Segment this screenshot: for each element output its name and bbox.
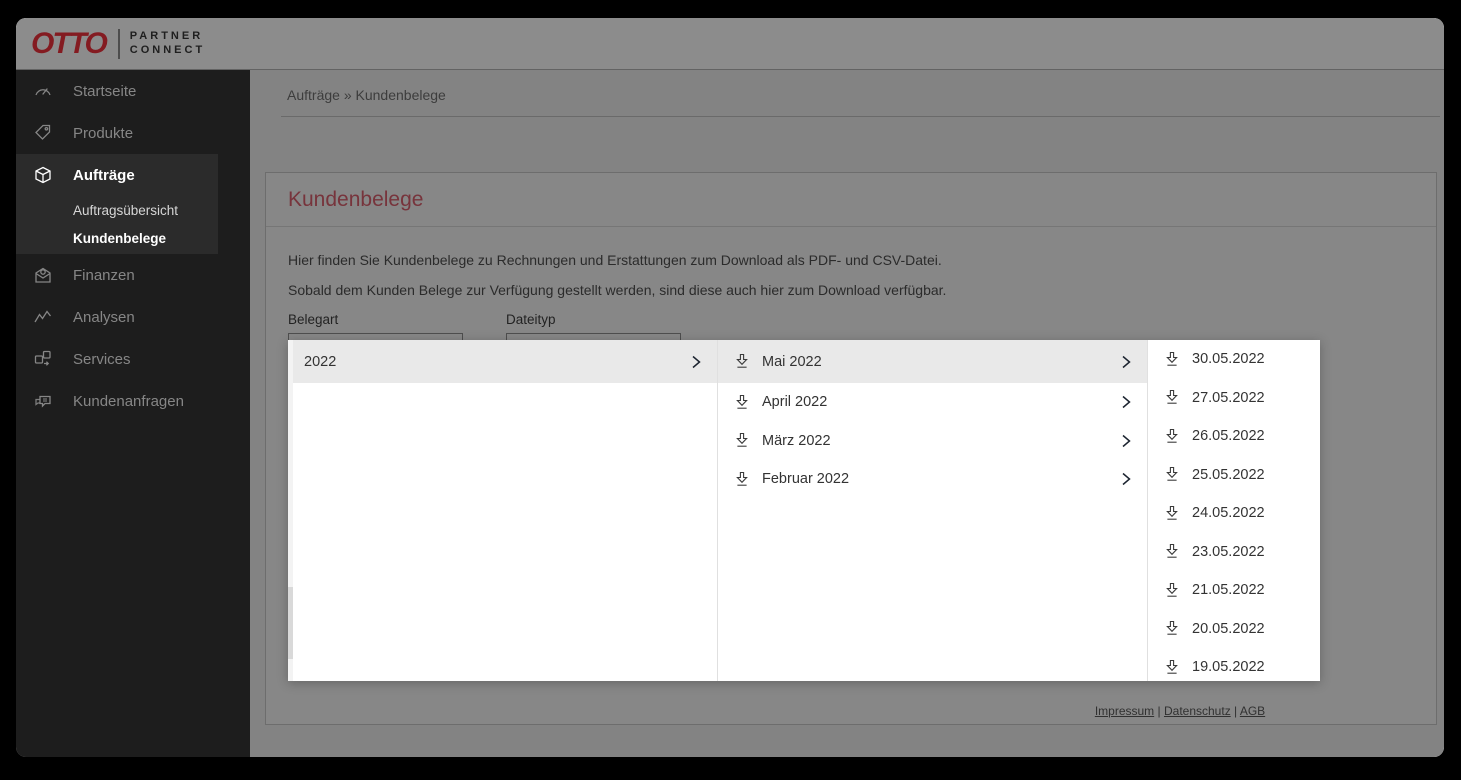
day-row[interactable]: 23.05.2022 [1148,533,1320,572]
year-row-2022[interactable]: 2022 [288,340,717,383]
day-row[interactable]: 19.05.2022 [1148,648,1320,681]
download-icon[interactable] [1164,505,1180,522]
chevron-right-icon [1119,395,1133,409]
tag-icon [33,123,53,143]
sidebar-subitem-label: Kundenbelege [73,231,166,246]
year-column-scrollbar[interactable] [288,340,293,681]
download-icon[interactable] [1164,351,1180,368]
sidebar-item-analysen[interactable]: Analysen [16,296,250,338]
download-icon[interactable] [1164,620,1180,637]
month-row[interactable]: April 2022 [718,383,1147,422]
day-row[interactable]: 24.05.2022 [1148,494,1320,533]
sidebar-item-label: Finanzen [73,267,135,284]
chevron-right-icon [1119,472,1133,486]
day-label: 24.05.2022 [1192,505,1306,521]
download-icon[interactable] [734,471,750,488]
month-label: April 2022 [762,394,1119,410]
package-icon [33,165,53,185]
sidebar-item-label: Startseite [73,83,136,100]
sidebar-item-services[interactable]: Services [16,338,250,380]
chevron-right-icon [1119,355,1133,369]
day-label: 25.05.2022 [1192,467,1306,483]
year-column: 2022 [288,340,718,681]
sidebar-item-auftraege[interactable]: Aufträge [16,154,218,196]
day-row[interactable]: 27.05.2022 [1148,379,1320,418]
sidebar-item-produkte[interactable]: Produkte [16,112,250,154]
app-window: OTTO PARTNER CONNECT Startseite Produkte [16,18,1444,757]
sidebar-item-finanzen[interactable]: Finanzen [16,254,250,296]
modules-icon [33,349,53,369]
download-icon[interactable] [1164,466,1180,483]
sidebar-subitem-auftragsuebersicht[interactable]: Auftragsübersicht [16,196,218,224]
download-icon[interactable] [1164,389,1180,406]
chevron-right-icon [689,355,703,369]
sidebar-item-label: Kundenanfragen [73,393,184,410]
day-row[interactable]: 20.05.2022 [1148,610,1320,649]
chevron-right-icon [1119,434,1133,448]
day-column: 30.05.2022 27.05.2022 26.05.2022 [1148,340,1320,681]
day-label: 21.05.2022 [1192,582,1306,598]
envelope-coin-icon [33,265,53,285]
download-icon[interactable] [734,432,750,449]
month-label: März 2022 [762,433,1119,449]
sidebar-group-auftraege: Aufträge Auftragsübersicht Kundenbelege [16,154,218,254]
download-icon[interactable] [1164,582,1180,599]
day-label: 20.05.2022 [1192,621,1306,637]
chat-bubbles-icon [33,391,53,411]
month-row[interactable]: März 2022 [718,422,1147,461]
sidebar-item-label: Produkte [73,125,133,142]
day-label: 27.05.2022 [1192,390,1306,406]
gauge-icon [33,81,53,101]
download-icon[interactable] [1164,659,1180,676]
sidebar-item-label: Services [73,351,131,368]
day-row[interactable]: 21.05.2022 [1148,571,1320,610]
month-row[interactable]: Februar 2022 [718,460,1147,499]
month-row[interactable]: Mai 2022 [718,340,1147,383]
line-chart-icon [33,307,53,327]
day-row[interactable]: 30.05.2022 [1148,340,1320,379]
download-icon[interactable] [1164,428,1180,445]
sidebar-subitem-kundenbelege[interactable]: Kundenbelege [16,224,218,252]
day-label: 26.05.2022 [1192,428,1306,444]
sidebar-item-label: Analysen [73,309,135,326]
day-row[interactable]: 25.05.2022 [1148,456,1320,495]
day-label: 30.05.2022 [1192,351,1306,367]
download-icon[interactable] [1164,543,1180,560]
sidebar: Startseite Produkte Aufträge Auftragsübe… [16,70,250,757]
day-label: 23.05.2022 [1192,544,1306,560]
year-label: 2022 [304,354,689,370]
month-label: Mai 2022 [762,354,1119,370]
sidebar-item-startseite[interactable]: Startseite [16,70,250,112]
month-label: Februar 2022 [762,471,1119,487]
download-icon[interactable] [734,353,750,370]
month-column: Mai 2022 April 2022 [718,340,1148,681]
download-icon[interactable] [734,394,750,411]
sidebar-item-label: Aufträge [73,167,135,184]
file-browser-panel: 2022 Mai 2022 [288,340,1320,681]
sidebar-subitem-label: Auftragsübersicht [73,203,178,218]
day-row[interactable]: 26.05.2022 [1148,417,1320,456]
day-label: 19.05.2022 [1192,659,1306,675]
sidebar-item-kundenanfragen[interactable]: Kundenanfragen [16,380,250,422]
